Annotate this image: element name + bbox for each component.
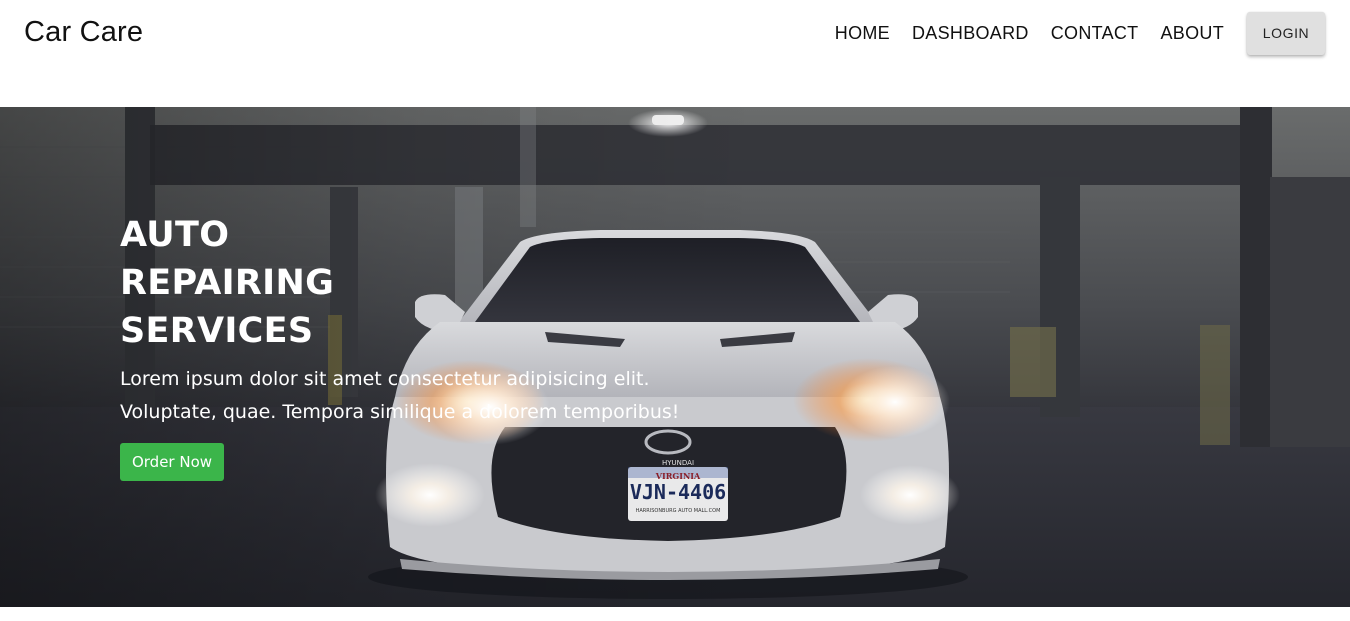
license-plate-dealer: HARRISONBURG AUTO MALL.COM xyxy=(635,508,721,514)
nav-home[interactable]: HOME xyxy=(835,13,890,53)
site-brand[interactable]: Car Care xyxy=(24,16,143,49)
nav-about[interactable]: ABOUT xyxy=(1160,13,1224,53)
site-header: Car Care HOME DASHBOARD CONTACT ABOUT LO… xyxy=(0,0,1350,107)
login-button[interactable]: LOGIN xyxy=(1247,11,1325,55)
order-now-button[interactable]: Order Now xyxy=(120,443,224,481)
main-nav: HOME DASHBOARD CONTACT ABOUT LOGIN xyxy=(835,11,1325,55)
hero-section: VIRGINIA VJN-4406 HARRISONBURG AUTO MALL… xyxy=(0,107,1350,607)
hero-description: Lorem ipsum dolor sit amet consectetur a… xyxy=(120,368,680,423)
hero-title: AUTO REPAIRING SERVICES xyxy=(120,215,335,351)
license-plate-number: VJN-4406 xyxy=(629,480,727,504)
nav-dashboard[interactable]: DASHBOARD xyxy=(912,13,1029,53)
nav-contact[interactable]: CONTACT xyxy=(1051,13,1139,53)
hero-content: AUTO REPAIRING SERVICES Lorem ipsum dolo… xyxy=(120,211,740,481)
